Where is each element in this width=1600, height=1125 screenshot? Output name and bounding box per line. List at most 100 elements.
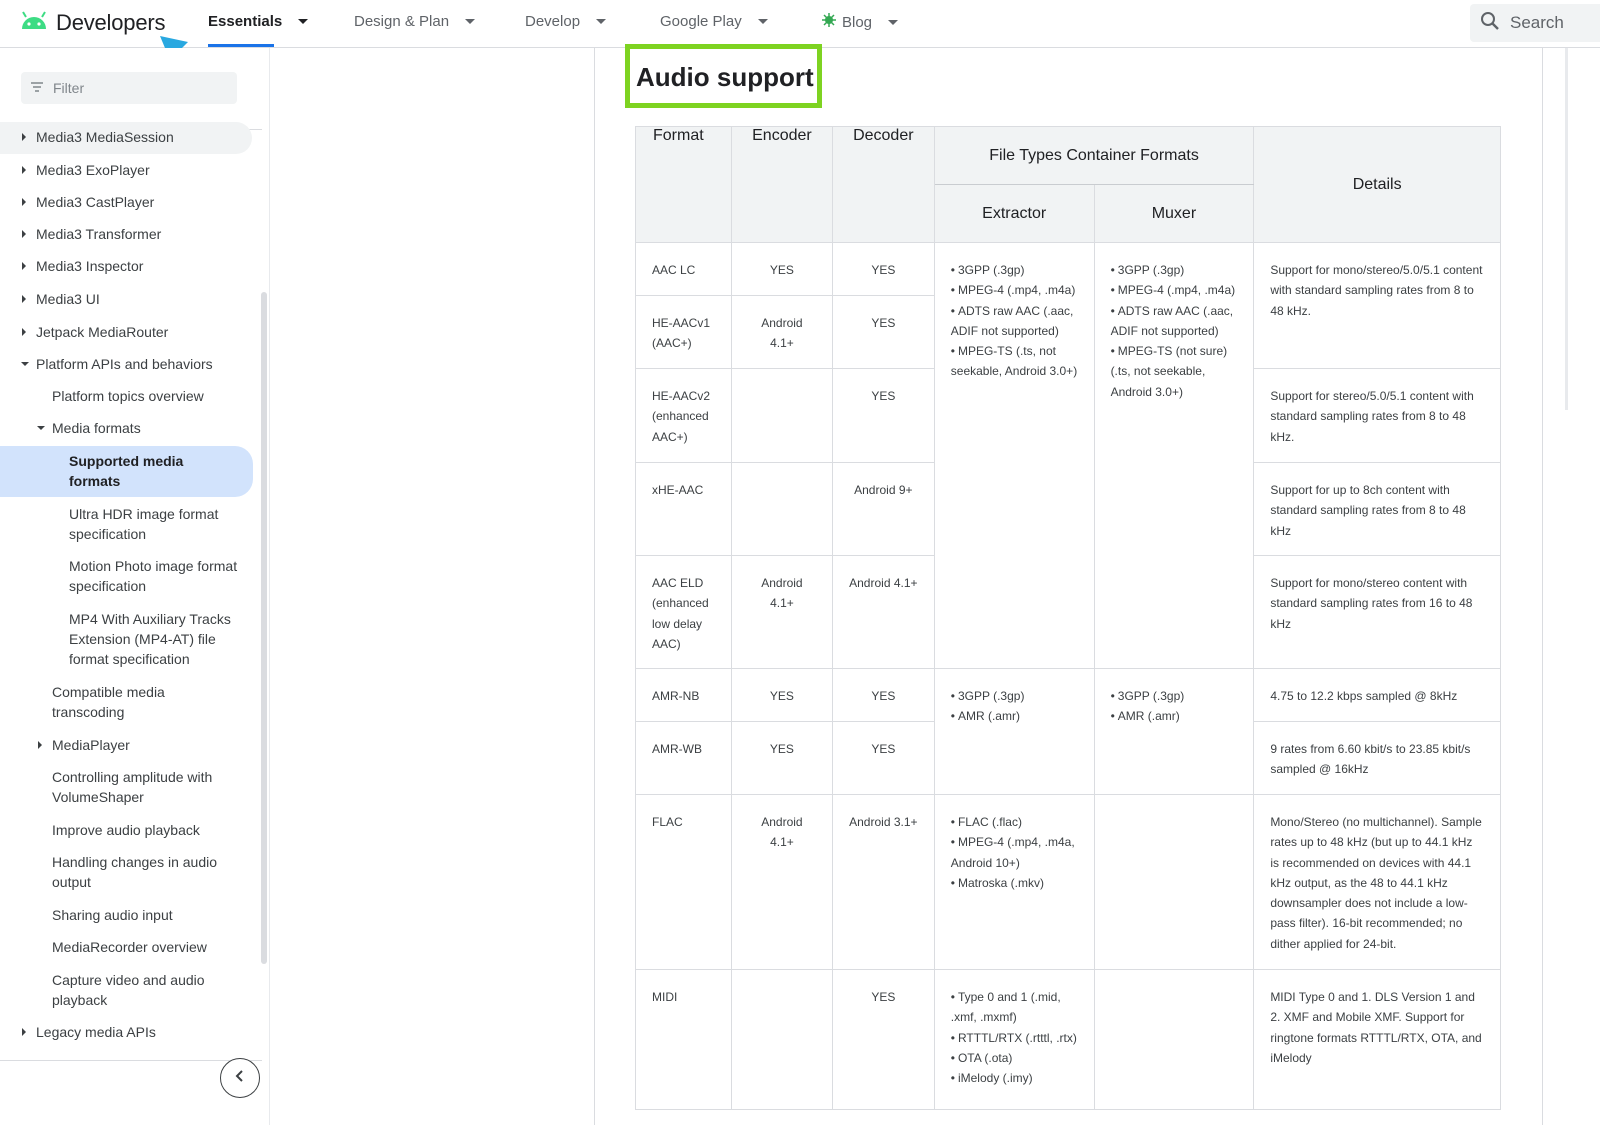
table-row: AAC LC YES YES 3GPP (.3gp) MPEG-4 (.mp4,…	[635, 242, 1501, 669]
details-cell: Support for mono/stereo/5.0/5.1 content …	[1253, 242, 1501, 369]
nav-essentials[interactable]: Essentials	[208, 13, 309, 30]
format-cell: AAC LC	[635, 242, 732, 296]
details-cell: Mono/Stereo (no multichannel). Sample ra…	[1253, 794, 1501, 970]
encoder-cell: Android 4.1+	[730, 295, 833, 369]
list-item: MPEG-4 (.mp4, .m4a)	[951, 280, 1078, 300]
expand-arrow-icon[interactable]	[22, 230, 26, 238]
table-row: FLAC Android 4.1+ Android 3.1+ FLAC (.fl…	[635, 794, 1501, 970]
sidebar-item-capture-video-audio[interactable]: Capture video and audio playback	[52, 970, 227, 1010]
format-cell: MIDI	[635, 969, 732, 1110]
sidebar-item-ultra-hdr[interactable]: Ultra HDR image format specification	[69, 504, 239, 544]
list-item: 3GPP (.3gp)	[1111, 686, 1238, 706]
header-muxer: Muxer	[1093, 184, 1255, 243]
page-title: Audio support	[636, 62, 814, 92]
nav-blog[interactable]: Blog	[822, 13, 899, 31]
nav-label: Essentials	[208, 13, 283, 30]
list-item: ADTS raw AAC (.aac, ADIF not supported)	[1111, 301, 1238, 342]
divider	[594, 48, 595, 1125]
sidebar-item-jetpack-mediarouter[interactable]: Jetpack MediaRouter	[36, 322, 168, 342]
sidebar-item-sharing-audio[interactable]: Sharing audio input	[52, 905, 173, 925]
encoder-cell	[730, 368, 833, 463]
search-input[interactable]: Search	[1470, 4, 1600, 42]
expand-arrow-icon[interactable]	[22, 1028, 26, 1036]
chevron-left-icon	[235, 1069, 245, 1087]
expand-arrow-icon[interactable]	[22, 166, 26, 174]
sidebar-item-media3-inspector[interactable]: Media3 Inspector	[36, 256, 143, 276]
page-scrollbar[interactable]	[1565, 48, 1568, 410]
sidebar-item-media3-castplayer[interactable]: Media3 CastPlayer	[36, 192, 154, 212]
decoder-cell: YES	[831, 368, 935, 463]
muxer-cell: 3GPP (.3gp) AMR (.amr)	[1093, 668, 1255, 795]
sidebar-item-audio-output[interactable]: Handling changes in audio output	[52, 852, 237, 892]
encoder-cell: Android 4.1+	[730, 555, 833, 669]
search-icon	[1480, 11, 1500, 36]
collapse-arrow-icon[interactable]	[37, 426, 45, 430]
list-item: MPEG-TS (.ts, not seekable, Android 3.0+…	[951, 341, 1078, 382]
decoder-cell: Android 3.1+	[831, 794, 935, 970]
encoder-cell: YES	[730, 721, 833, 795]
developers-logo[interactable]: Developers	[20, 10, 165, 36]
nav-design-plan[interactable]: Design & Plan	[354, 13, 476, 30]
sidebar-item-media3-mediasession[interactable]: Media3 MediaSession	[36, 127, 174, 147]
expand-arrow-icon[interactable]	[22, 133, 26, 141]
sidebar-scrollbar[interactable]	[261, 292, 267, 964]
nav-label: Google Play	[660, 13, 742, 30]
sidebar-item-improve-audio[interactable]: Improve audio playback	[52, 820, 200, 840]
sidebar-item-media3-exoplayer[interactable]: Media3 ExoPlayer	[36, 160, 150, 180]
format-cell: HE-AACv1 (AAC+)	[635, 295, 732, 369]
sidebar-item-media3-transformer[interactable]: Media3 Transformer	[36, 224, 161, 244]
list-item: AMR (.amr)	[951, 706, 1078, 726]
format-cell: FLAC	[635, 794, 732, 970]
list-item: MPEG-4 (.mp4, .m4a)	[1111, 280, 1238, 300]
list-item: RTTTL/RTX (.rtttl, .rtx)	[951, 1028, 1078, 1048]
table-row: MIDI YES Type 0 and 1 (.mid, .xmf, .mxmf…	[635, 969, 1501, 1110]
list-item: ADTS raw AAC (.aac, ADIF not supported)	[951, 301, 1078, 342]
sidebar-item-motion-photo[interactable]: Motion Photo image format specification	[69, 556, 254, 596]
muxer-cell: 3GPP (.3gp) MPEG-4 (.mp4, .m4a) ADTS raw…	[1093, 242, 1255, 669]
filter-icon	[31, 79, 43, 97]
sidebar-item-supported-media-formats[interactable]: Supported media formats	[69, 451, 229, 491]
encoder-cell: Android 4.1+	[730, 794, 833, 970]
list-item: 3GPP (.3gp)	[951, 686, 1078, 706]
header-file-types: File Types Container Formats	[933, 126, 1255, 185]
decoder-cell: Android 9+	[831, 462, 935, 556]
sidebar-item-mp4-at[interactable]: MP4 With Auxiliary Tracks Extension (MP4…	[69, 609, 244, 669]
decoder-cell: YES	[831, 668, 935, 722]
collapse-sidebar-button[interactable]	[220, 1058, 260, 1098]
nav-label: Develop	[525, 13, 581, 30]
header-extractor: Extractor	[933, 184, 1095, 243]
sidebar-item-legacy-media[interactable]: Legacy media APIs	[36, 1022, 156, 1042]
list-item: MPEG-4 (.mp4, .m4a, Android 10+)	[951, 832, 1078, 873]
sidebar-item-volumeshaper[interactable]: Controlling amplitude with VolumeShaper	[52, 767, 237, 807]
nav-google-play[interactable]: Google Play	[660, 13, 768, 30]
format-cell: AAC ELD (enhanced low delay AAC)	[635, 555, 732, 669]
list-item: 3GPP (.3gp)	[1111, 260, 1238, 280]
caret-down-icon	[465, 19, 476, 24]
decoder-cell: YES	[831, 969, 935, 1110]
encoder-cell: YES	[730, 668, 833, 722]
decoder-cell: YES	[831, 295, 935, 369]
decoder-cell: YES	[831, 242, 935, 296]
collapse-arrow-icon[interactable]	[21, 362, 29, 366]
sidebar-item-compatible-transcoding[interactable]: Compatible media transcoding	[52, 682, 202, 722]
nav-develop[interactable]: Develop	[525, 13, 607, 30]
sidebar-item-platform-apis[interactable]: Platform APIs and behaviors	[36, 354, 213, 374]
expand-arrow-icon[interactable]	[38, 741, 42, 749]
expand-arrow-icon[interactable]	[22, 198, 26, 206]
header-details: Details	[1253, 126, 1501, 243]
sidebar-item-mediarecorder[interactable]: MediaRecorder overview	[52, 937, 207, 957]
table-row: AMR-NB YES YES 3GPP (.3gp) AMR (.amr) 3G…	[635, 668, 1501, 795]
encoder-cell: YES	[730, 242, 833, 296]
sidebar-item-media3-ui[interactable]: Media3 UI	[36, 289, 100, 309]
expand-arrow-icon[interactable]	[22, 328, 26, 336]
sidebar-item-mediaplayer[interactable]: MediaPlayer	[52, 735, 130, 755]
decoder-cell: Android 4.1+	[831, 555, 935, 669]
sidebar-item-media-formats[interactable]: Media formats	[52, 418, 141, 438]
expand-arrow-icon[interactable]	[22, 262, 26, 270]
sidebar-item-platform-topics[interactable]: Platform topics overview	[52, 386, 204, 406]
expand-arrow-icon[interactable]	[22, 295, 26, 303]
list-item: Matroska (.mkv)	[951, 873, 1078, 893]
details-cell: 9 rates from 6.60 kbit/s to 23.85 kbit/s…	[1253, 721, 1501, 795]
filter-input[interactable]: Filter	[21, 72, 237, 104]
list-item: 3GPP (.3gp)	[951, 260, 1078, 280]
